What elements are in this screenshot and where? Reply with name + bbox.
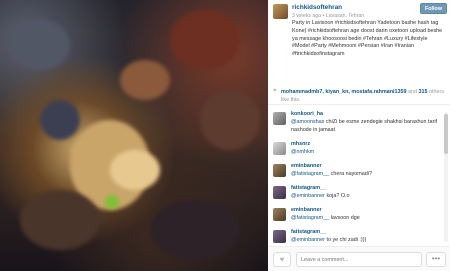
comment-mention[interactable]: @eminbanner — [291, 237, 325, 243]
follow-button[interactable]: Follow — [420, 3, 447, 14]
comment-item: fatistagram__ @eminbanner to ye chi zadi… — [268, 228, 444, 243]
comment-mention[interactable]: @fatistagram__ — [291, 215, 329, 221]
post-details-panel: richkidsoftehran 3 weeks ago • Lavasan, … — [268, 0, 450, 271]
comment-body: koja? O.o — [324, 193, 350, 199]
likes-row: ♥ mohammadmb7, kiyan_kn, mostafa.rahmani… — [268, 85, 450, 105]
comment-text: @eminbanner to ye chi zadi :))) — [291, 237, 441, 243]
avatar[interactable] — [273, 4, 288, 19]
more-options-button[interactable]: ••• — [426, 252, 446, 267]
comment-mention[interactable]: @amoonshas — [291, 119, 324, 125]
comment-text: @fatistagram__ chera nayomadi? — [291, 171, 441, 179]
post-username[interactable]: richkidsoftehran — [292, 4, 342, 11]
comment-item: eminbanner @fatistagram__ lavsoon dge — [268, 206, 444, 230]
comment-username[interactable]: fatistagram__ — [291, 185, 326, 191]
comment-text: @amoonshas chiZi be esme zendegie shakhs… — [291, 119, 441, 134]
comment-username[interactable]: eminbanner — [291, 207, 322, 213]
comment-mention[interactable]: @nmhkm — [291, 149, 314, 155]
post-photo — [0, 0, 268, 271]
comment-username[interactable]: fatistagram__ — [291, 229, 326, 235]
avatar[interactable] — [273, 208, 286, 221]
likers-names[interactable]: mohammadmb7, kiyan_kn, mostafa.rahmani13… — [281, 89, 407, 95]
comment-username[interactable]: eminbanner — [291, 163, 322, 169]
avatar[interactable] — [273, 186, 286, 199]
comment-item: eminbanner @fatistagram__ chera nayomadi… — [268, 162, 444, 186]
comment-username[interactable]: mhsnrz — [291, 141, 310, 147]
comment-body: chera nayomadi? — [329, 171, 372, 177]
comment-text: @fatistagram__ lavsoon dge — [291, 215, 441, 223]
comment-text: @eminbanner koja? O.o — [291, 193, 441, 201]
comment-input[interactable] — [296, 252, 422, 267]
comment-item: konkoori_ha @amoonshas chiZi be esme zen… — [268, 110, 444, 134]
post-header: richkidsoftehran 3 weeks ago • Lavasan, … — [268, 0, 450, 60]
avatar[interactable] — [273, 142, 286, 155]
comment-username[interactable]: konkoori_ha — [291, 111, 323, 117]
comments-scrollbar[interactable] — [444, 112, 448, 242]
avatar[interactable] — [273, 230, 286, 243]
comment-body: lavsoon dge — [329, 215, 360, 221]
time-ago[interactable]: 3 weeks ago — [292, 13, 321, 19]
comment-item: mhsnrz @nmhkm — [268, 140, 444, 164]
comment-body: to ye chi zadi :))) — [324, 237, 367, 243]
comment-footer: ♥ ••• — [268, 246, 450, 271]
comment-item: fatistagram__ @eminbanner koja? O.o — [268, 184, 444, 208]
avatar[interactable] — [273, 164, 286, 177]
likes-count[interactable]: 315 — [419, 89, 428, 95]
likes-text: mohammadmb7, kiyan_kn, mostafa.rahmani13… — [281, 88, 447, 104]
heart-icon: ♥ — [273, 88, 277, 94]
likes-connector: and — [408, 89, 418, 95]
location-link[interactable]: Lavasan, Tehran — [326, 13, 364, 19]
avatar[interactable] — [273, 112, 286, 125]
location-pin-icon: • — [322, 13, 325, 19]
comments-list[interactable]: konkoori_ha @amoonshas chiZi be esme zen… — [268, 110, 444, 243]
scrollbar-thumb[interactable] — [444, 114, 448, 154]
post-meta: 3 weeks ago • Lavasan, Tehran — [292, 13, 364, 19]
heart-icon: ♥ — [279, 255, 285, 264]
post-caption: Party in Lavisoon #richkidsoftehran Yade… — [292, 20, 443, 58]
ellipsis-icon: ••• — [431, 254, 441, 263]
comment-mention[interactable]: @eminbanner — [291, 193, 325, 199]
comment-text: @nmhkm — [291, 149, 441, 157]
comment-mention[interactable]: @fatistagram__ — [291, 171, 329, 177]
like-button[interactable]: ♥ — [273, 252, 291, 267]
